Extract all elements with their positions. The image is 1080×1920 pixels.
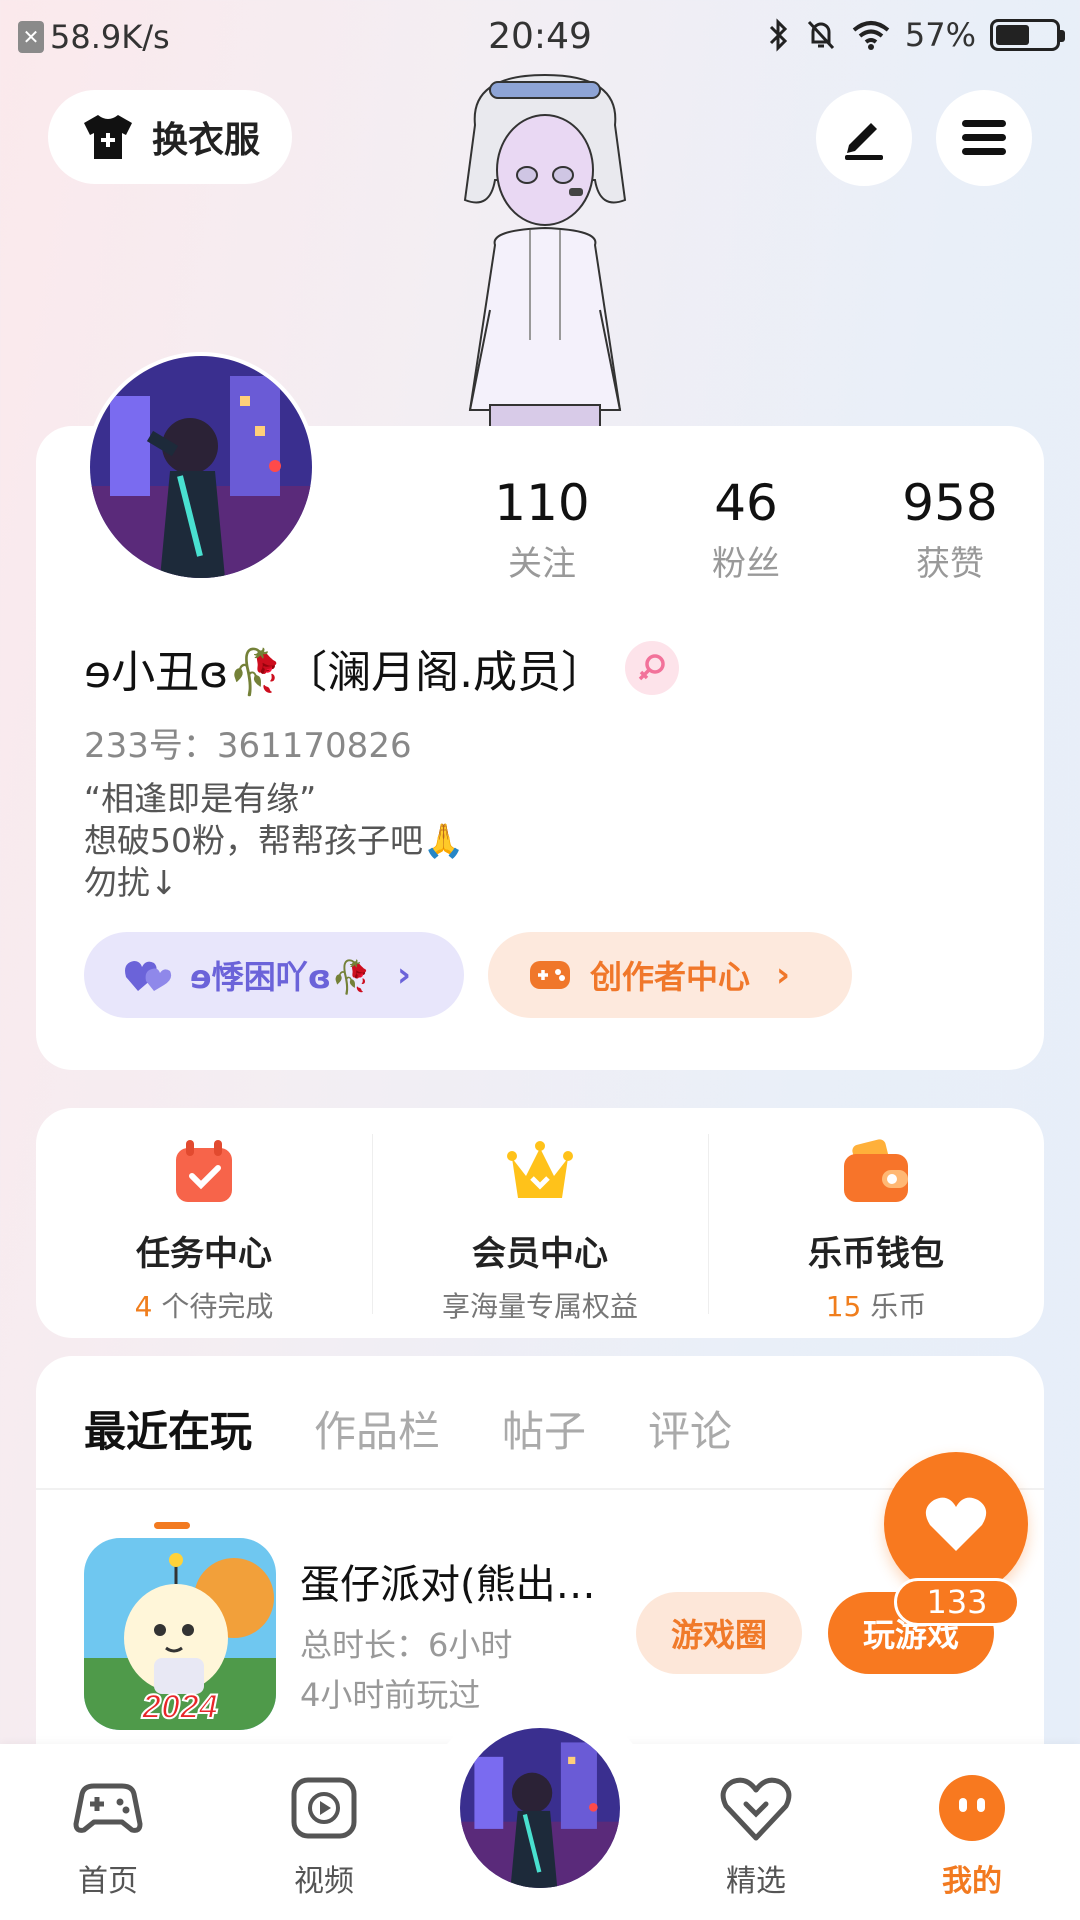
coin-balance: 15 [825, 1290, 862, 1323]
member-center-button[interactable]: 会员中心 享海量专属权益 [372, 1108, 708, 1338]
nav-center-avatar[interactable] [454, 1722, 626, 1894]
wallet-icon [844, 1139, 908, 1202]
stat-followers[interactable]: 46 粉丝 [644, 474, 848, 585]
stat-value: 958 [902, 474, 998, 532]
video-play-icon [291, 1777, 357, 1839]
service-subtitle: 15 乐币 [708, 1285, 1044, 1325]
edit-profile-button[interactable] [816, 90, 912, 186]
nav-label: 首页 [78, 1864, 138, 1899]
pending-count: 4 [134, 1290, 153, 1323]
double-heart-icon [125, 961, 172, 991]
chevron-right-icon: › [776, 955, 791, 995]
nickname-row: ɘ小丑ɞ🥀〔澜月阁.成员〕 [84, 636, 680, 700]
services-row: 任务中心 4 个待完成 会员中心 享海量专属权益 乐币钱包 15 乐币 [36, 1108, 1044, 1338]
service-title: 任务中心 [136, 1234, 272, 1274]
nav-label: 视频 [294, 1864, 354, 1899]
service-title: 会员中心 [472, 1234, 608, 1274]
female-icon [625, 641, 680, 695]
avatar-character[interactable] [430, 70, 660, 430]
service-title: 乐币钱包 [808, 1234, 944, 1274]
stat-label: 获赞 [916, 544, 984, 584]
service-subtitle-text: 个待完成 [152, 1290, 274, 1323]
heart-shield-icon [720, 1777, 792, 1841]
game-icon-badge: 2024 [141, 1688, 218, 1726]
game-title[interactable]: 蛋仔派对(熊出… [300, 1552, 596, 1610]
tab-posts[interactable]: 帖子 [502, 1398, 586, 1459]
stat-following[interactable]: 110 关注 [440, 474, 644, 585]
tab-works[interactable]: 作品栏 [314, 1398, 440, 1459]
service-subtitle: 4 个待完成 [36, 1285, 372, 1325]
chevron-right-icon: › [396, 955, 411, 995]
creator-center-chip[interactable]: 创作者中心 › [488, 932, 852, 1018]
bluetooth-icon [769, 18, 787, 52]
mute-bell-icon [807, 20, 834, 50]
tshirt-icon [83, 115, 132, 159]
stat-value: 46 [714, 474, 778, 532]
stat-likes[interactable]: 958 获赞 [848, 474, 1052, 585]
heart-icon [925, 1497, 987, 1551]
gamepad-icon [73, 1783, 143, 1833]
wifi-icon [852, 21, 890, 50]
change-outfit-label: 换衣服 [151, 120, 260, 161]
tab-comments[interactable]: 评论 [648, 1398, 732, 1459]
nav-video[interactable]: 视频 [254, 1770, 394, 1900]
gamepad-icon [530, 961, 570, 989]
battery-percent: 57% [904, 16, 976, 54]
coin-wallet-button[interactable]: 乐币钱包 15 乐币 [708, 1108, 1044, 1338]
nav-label: 精选 [726, 1864, 786, 1899]
nav-label: 我的 [942, 1864, 1002, 1899]
service-subtitle: 享海量专属权益 [441, 1290, 638, 1323]
nickname: ɘ小丑ɞ🥀〔澜月阁.成员〕 [84, 647, 606, 698]
user-id: 233号：361170826 [84, 726, 412, 766]
stat-label: 关注 [508, 544, 576, 584]
game-total-time: 总时长：6小时 [300, 1626, 513, 1664]
guild-chip[interactable]: ɘ悸困吖ɞ🥀 › [84, 932, 464, 1018]
menu-button[interactable] [936, 90, 1032, 186]
like-button[interactable] [884, 1452, 1028, 1596]
nav-featured[interactable]: 精选 [686, 1770, 826, 1900]
stat-label: 粉丝 [712, 544, 780, 584]
pen-icon [845, 123, 883, 160]
stat-value: 110 [494, 474, 590, 532]
service-subtitle-text: 乐币 [861, 1290, 927, 1323]
guild-chip-label: ɘ悸困吖ɞ🥀 [190, 958, 371, 996]
status-bar: ✕ 58.9K/s 20:49 57% [0, 0, 1080, 72]
game-circle-button[interactable]: 游戏圈 [636, 1592, 802, 1674]
game-last-played: 4小时前玩过 [300, 1676, 481, 1714]
calendar-check-icon [176, 1140, 232, 1202]
bio: “相逢即是有缘” 想破50粉，帮帮孩子吧🙏 勿扰↓ [84, 779, 465, 902]
hamburger-icon [962, 120, 1006, 155]
change-outfit-button[interactable]: 换衣服 [48, 90, 292, 184]
profile-avatar[interactable] [86, 352, 316, 582]
face-icon [939, 1775, 1005, 1841]
profile-stats: 110 关注 46 粉丝 958 获赞 [440, 474, 1052, 585]
creator-center-label: 创作者中心 [590, 958, 751, 996]
task-center-button[interactable]: 任务中心 4 个待完成 [36, 1108, 372, 1338]
like-count: 133 [894, 1578, 1020, 1626]
battery-icon [990, 19, 1065, 51]
tab-bar: 最近在玩 作品栏 帖子 评论 [84, 1398, 732, 1529]
tab-recently-played[interactable]: 最近在玩 [84, 1398, 252, 1529]
nav-home[interactable]: 首页 [38, 1770, 178, 1900]
nav-me[interactable]: 我的 [902, 1770, 1042, 1900]
crown-icon [507, 1141, 573, 1198]
game-icon[interactable]: 2024 [84, 1538, 276, 1730]
